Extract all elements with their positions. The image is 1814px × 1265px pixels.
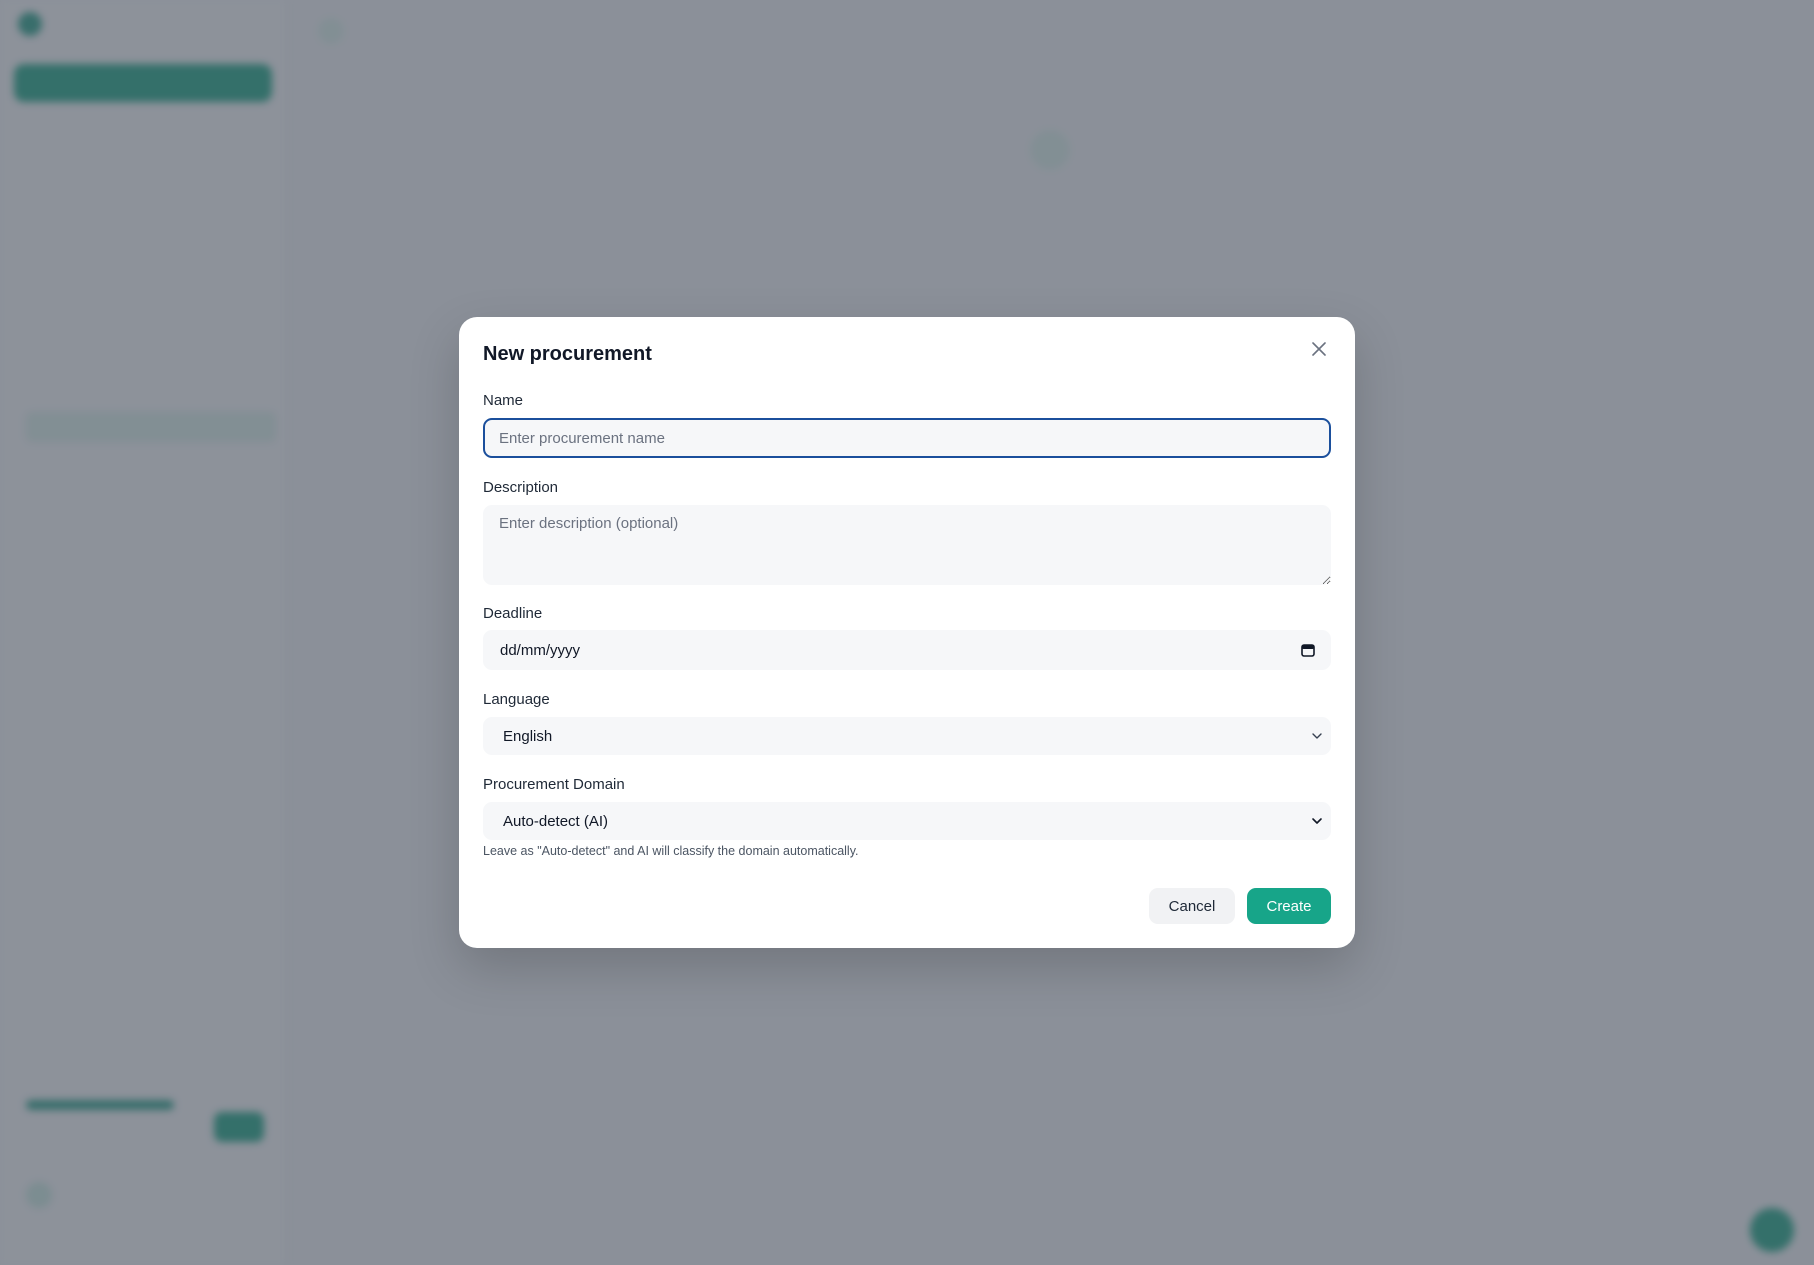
create-button[interactable]: Create — [1247, 888, 1331, 924]
cancel-button[interactable]: Cancel — [1149, 888, 1235, 924]
deadline-date-input[interactable]: dd/mm/yyyy — [483, 630, 1331, 670]
description-textarea[interactable] — [483, 505, 1331, 585]
domain-label: Procurement Domain — [483, 776, 625, 793]
deadline-label: Deadline — [483, 605, 543, 622]
close-button[interactable] — [1307, 337, 1331, 361]
chevron-down-icon — [1312, 733, 1322, 739]
language-select[interactable]: English — [483, 717, 1331, 755]
close-icon — [1312, 342, 1326, 356]
new-procurement-dialog: New procurement Name Description Deadlin… — [459, 317, 1355, 948]
domain-selected-value: Auto-detect (AI) — [503, 812, 609, 830]
domain-hint: Leave as "Auto-detect" and AI will class… — [483, 844, 859, 858]
language-label: Language — [483, 691, 550, 708]
chevron-down-icon — [1312, 818, 1322, 824]
language-selected-value: English — [503, 727, 553, 745]
calendar-icon[interactable] — [1301, 643, 1315, 657]
name-label: Name — [483, 392, 524, 409]
dialog-title: New procurement — [483, 343, 652, 365]
domain-select[interactable]: Auto-detect (AI) — [483, 802, 1331, 840]
description-label: Description — [483, 479, 559, 496]
name-input[interactable] — [483, 418, 1331, 458]
deadline-value: dd/mm/yyyy — [500, 641, 581, 659]
